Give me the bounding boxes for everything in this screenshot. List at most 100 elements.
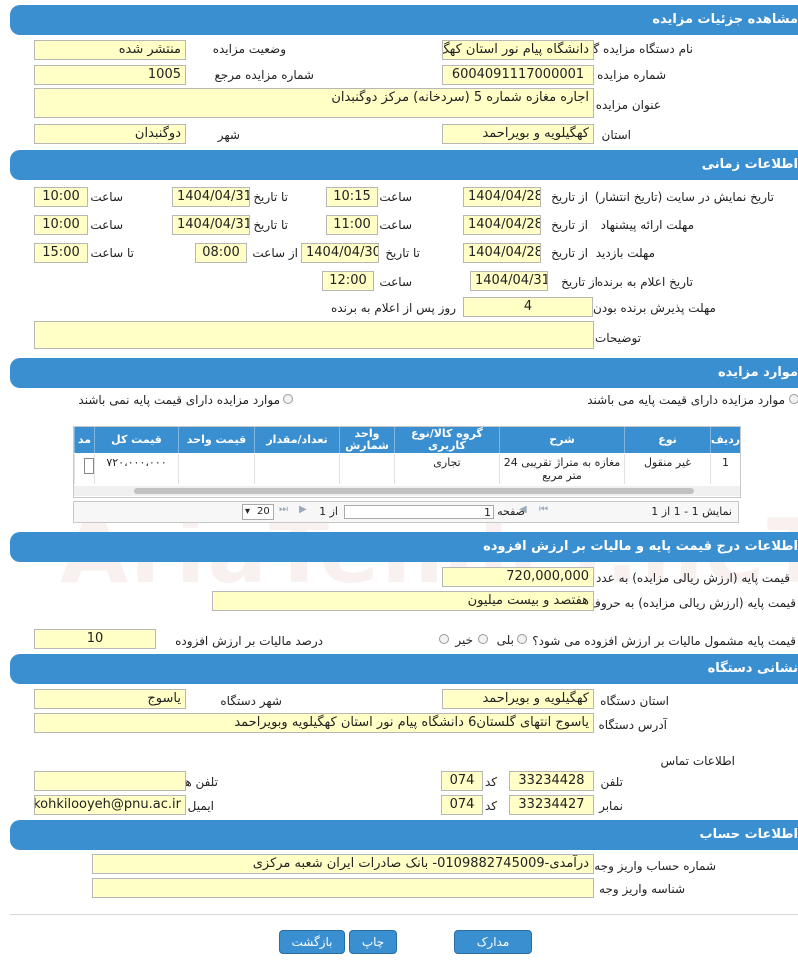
col-header-row[interactable]: ردیف [710,427,740,453]
vat-yes-radio[interactable] [517,634,527,644]
visit-to-time-label: تا ساعت [90,246,134,260]
vat-no-radio[interactable] [478,634,488,644]
cell-group: تجاری [394,454,499,484]
base-price-words-field[interactable]: هفتصد و بیست میلیون [212,591,594,611]
section-header-account: اطلاعات حساب [10,820,798,850]
offer-to-label: تا تاریخ [253,218,288,232]
payment-id-label: شناسه واریز وجه [599,882,685,896]
pager-showing: نمایش 1 - 1 از 1 [651,505,732,518]
fax-code-label: کد [484,799,497,813]
section-header-time: اطلاعات زمانی [10,150,798,180]
fax-field[interactable]: 33234427 [509,795,594,815]
fax-code-field[interactable]: 074 [441,795,483,815]
print-button[interactable]: چاپ [349,930,397,954]
vat-no-label: خیر [455,633,473,647]
status-field[interactable]: منتشر شده [34,40,186,60]
auction-number-label: شماره مزایده [597,68,666,82]
phone-field[interactable]: 33234428 [509,771,594,791]
fax-label: نمابر [599,799,623,813]
col-header-docs[interactable]: مد [74,427,94,453]
items-table: ردیف نوع شرح گروه کالا/نوع کاربری واحد ش… [73,426,741,498]
cell-desc: مغازه به متراژ تقریبی 24 متر مربع [499,454,624,484]
back-button[interactable]: بازگشت [279,930,345,954]
col-header-qty[interactable]: تعداد/مقدار [254,427,339,453]
offer-from-date[interactable]: 1404/04/28 [463,215,541,235]
table-pager: نمایش 1 - 1 از 1 ⏮ ◀ صفحه 1 از 1 ▶ ⏭ ▾ 2… [73,501,739,523]
last-page-icon[interactable]: ⏭ [279,504,288,515]
cell-qty [254,454,339,484]
account-number-field[interactable]: درآمدی-0109882745009- بانک صادرات ایران … [92,854,594,874]
accept-days-field[interactable]: 4 [463,297,593,317]
auction-title-label: عنوان مزایده [595,98,661,112]
payment-id-field[interactable] [92,878,594,898]
ref-number-field[interactable]: 1005 [34,65,186,85]
phone-code-field[interactable]: 074 [441,771,483,791]
vat-other-radio[interactable] [439,634,449,644]
publish-to-date[interactable]: 1404/04/31 [172,187,250,207]
first-page-icon[interactable]: ⏮ [539,504,548,515]
col-header-unit-price[interactable]: قیمت واحد [178,427,254,453]
email-field[interactable]: nu_kohkilooyeh@pnu.ac.ir [34,795,186,815]
offer-to-date[interactable]: 1404/04/31 [172,215,250,235]
items-table-header: ردیف نوع شرح گروه کالا/نوع کاربری واحد ش… [74,427,740,453]
org-city-field[interactable]: یاسوج [34,689,186,709]
city-field[interactable]: دوگنبدان [34,124,186,144]
docs-checkbox[interactable] [84,458,94,474]
publish-time1[interactable]: 10:15 [326,187,378,207]
org-city-label: شهر دستگاه [220,694,282,708]
offer-time1[interactable]: 11:00 [326,215,378,235]
vat-percent-field[interactable]: 10 [34,629,156,649]
pager-page-label: صفحه [497,505,525,518]
attachments-button[interactable]: مدارک پیوستی(۰) [454,930,532,971]
contact-info-label: اطلاعات تماس [660,754,735,768]
notes-field[interactable] [34,321,594,349]
visit-time2[interactable]: 15:00 [34,243,88,263]
org-field[interactable]: دانشگاه پیام نور استان کهگ [442,40,594,60]
province-label: استان [601,128,631,142]
col-header-unit[interactable]: واحد شمارش [339,427,394,453]
publish-date-label: تاریخ نمایش در سایت (تاریخ انتشار) [594,190,774,204]
radio-with-base-price[interactable] [789,394,798,404]
radio-without-base-price-label: موارد مزایده دارای قیمت پایه نمی باشند [78,393,280,407]
winner-date[interactable]: 1404/04/31 [470,271,548,291]
footer-divider [10,914,798,915]
visit-from-date[interactable]: 1404/04/28 [463,243,541,263]
cell-row: 1 [710,454,740,484]
province-field[interactable]: کهگیلویه و بویراحمد [442,124,594,144]
winner-time-label: ساعت [379,275,412,289]
phone-code-label: کد [484,775,497,789]
page-number-input[interactable]: 1 [344,505,494,519]
section-header-details: مشاهده جزئیات مزایده [10,5,798,35]
publish-to-label: تا تاریخ [253,190,288,204]
accept-suffix-label: روز پس از اعلام به برنده [331,301,456,315]
email-label: ایمیل [187,799,214,813]
accept-deadline-label: مهلت پذیرش برنده بودن [593,301,716,315]
scrollbar-thumb[interactable] [134,488,694,494]
page-size-select[interactable]: ▾ 20 [242,504,274,520]
org-address-field[interactable]: یاسوج انتهای گلستان6 دانشگاه پیام نور اس… [34,713,594,733]
visit-to-date[interactable]: 1404/04/30 [301,243,379,263]
base-price-number-label: قیمت پایه (ارزش ریالی مزایده) به عدد [595,571,790,585]
next-page-icon[interactable]: ▶ [299,504,307,515]
auction-title-field[interactable]: اجاره مغازه شماره 5 (سردخانه) مرکز دوگنب… [34,88,594,118]
base-price-number-field[interactable]: 720,000,000 [442,567,594,587]
publish-from-label: از تاریخ [551,190,588,204]
city-label: شهر [217,128,240,142]
radio-without-base-price[interactable] [283,394,293,404]
publish-time2[interactable]: 10:00 [34,187,88,207]
auction-number-field[interactable]: 6004091117000001 [442,65,594,85]
horizontal-scrollbar[interactable] [74,486,740,496]
col-header-group[interactable]: گروه کالا/نوع کاربری [394,427,499,453]
visit-deadline-label: مهلت بازدید [595,246,655,260]
winner-from-label: از تاریخ [561,275,598,289]
offer-time2[interactable]: 10:00 [34,215,88,235]
mobile-field[interactable] [34,771,186,791]
col-header-desc[interactable]: شرح [499,427,624,453]
offer-deadline-label: مهلت ارائه پیشنهاد [600,218,694,232]
col-header-type[interactable]: نوع [624,427,710,453]
col-header-total-price[interactable]: قیمت کل [94,427,178,453]
publish-from-date[interactable]: 1404/04/28 [463,187,541,207]
visit-time1[interactable]: 08:00 [195,243,247,263]
winner-time[interactable]: 12:00 [322,271,374,291]
org-province-field[interactable]: کهگیلویه و بویراحمد [442,689,594,709]
